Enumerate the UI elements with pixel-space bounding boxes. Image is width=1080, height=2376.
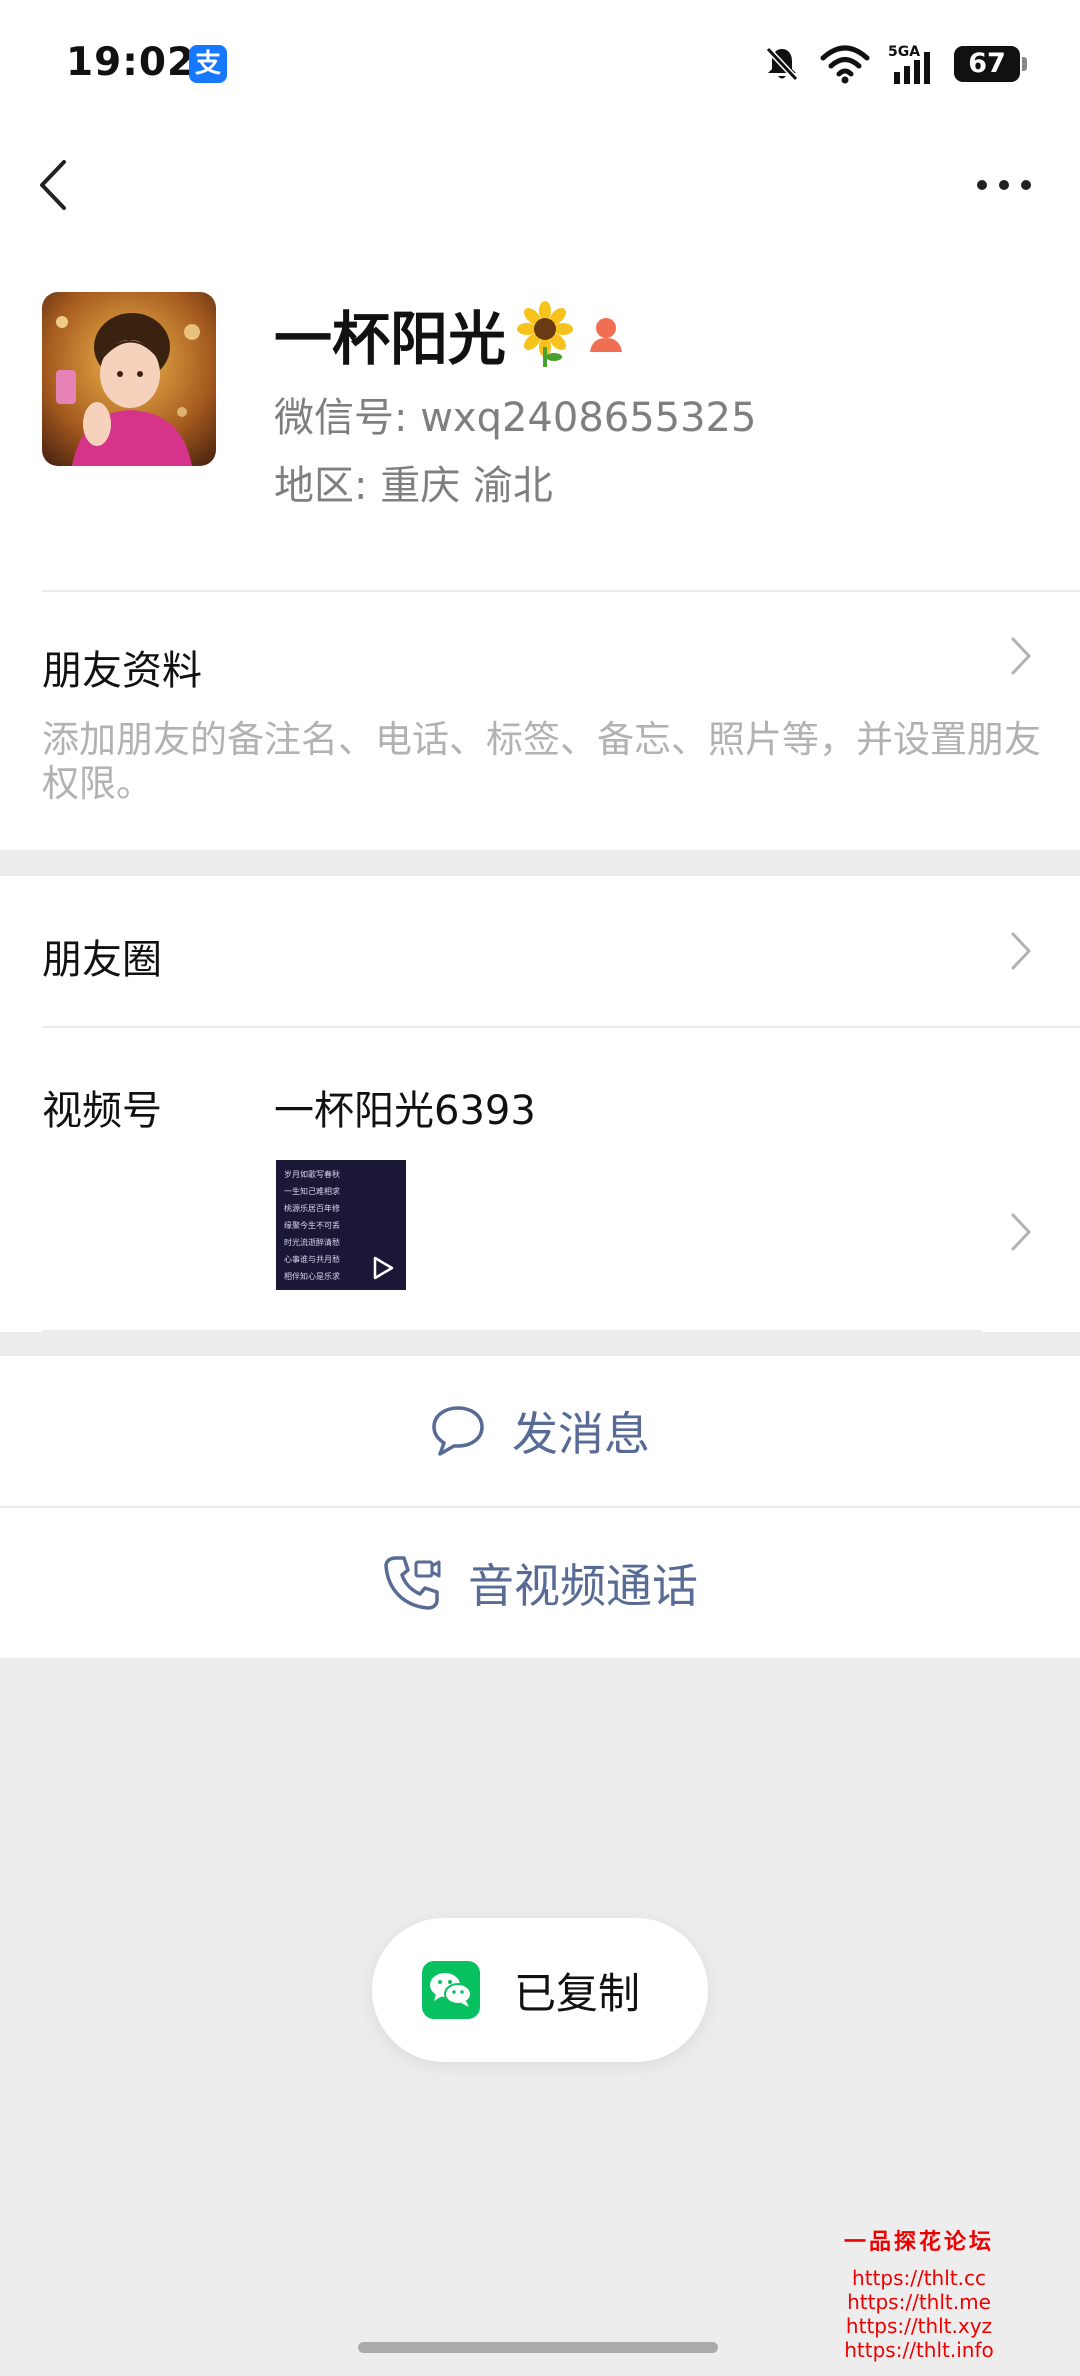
moments-title: 朋友圈 [42, 937, 162, 983]
watermark-link: https://thlt.me [847, 2290, 991, 2314]
channels-thumbnail[interactable]: 岁月如歌写春秋 一生知己难相求 桃源乐居百年修 缘聚今生不可丢 时光流逝醉清愁 … [276, 1160, 406, 1290]
signal-icon: 5GA [888, 44, 930, 84]
send-message-button[interactable]: 发消息 [0, 1356, 1080, 1506]
thumb-line: 时光流逝醉清愁 [284, 1238, 340, 1247]
thumb-line: 桃源乐居百年修 [284, 1204, 340, 1213]
female-icon [590, 318, 623, 352]
battery-icon: 67 [954, 46, 1027, 82]
video-call-label: 音视频通话 [468, 1559, 698, 1613]
avatar[interactable] [42, 292, 216, 466]
video-call-button[interactable]: 音视频通话 [0, 1508, 1080, 1658]
watermark-link: https://thlt.xyz [845, 2314, 993, 2338]
status-time: 19:02 [66, 40, 196, 85]
mute-icon [765, 46, 799, 82]
alipay-icon: 支 [189, 45, 227, 83]
thumb-line: 岁月如歌写春秋 [284, 1170, 340, 1179]
chevron-right-icon [1011, 1213, 1031, 1251]
friend-info-title: 朋友资料 [42, 648, 202, 694]
watermark-title: 一品探花论坛 [843, 2229, 994, 2255]
home-indicator[interactable] [358, 2342, 718, 2353]
status-icons: 5GA 67 [762, 40, 1027, 88]
chat-bubble-icon [432, 1406, 484, 1456]
more-icon[interactable] [976, 170, 1032, 200]
thumb-line: 一生知己难相求 [284, 1187, 340, 1196]
profile-region: 地区: 重庆 渝北 [274, 463, 553, 509]
watermark-link: https://thlt.info [844, 2338, 994, 2362]
play-icon [373, 1256, 394, 1280]
channels-name: 一杯阳光6393 [274, 1088, 536, 1134]
chevron-right-icon [1011, 637, 1031, 675]
profile-name: 一杯阳光 [274, 305, 507, 373]
network-type: 5GA [888, 44, 920, 60]
watermark-link: https://thlt.cc [852, 2266, 986, 2290]
divider [42, 1330, 982, 1332]
profile-name-row: 一杯阳光 [274, 292, 628, 376]
moments-row[interactable]: 朋友圈 [0, 876, 1080, 1026]
wifi-icon [820, 45, 870, 84]
video-call-icon [384, 1556, 441, 1610]
wechat-icon [422, 1961, 480, 2019]
channels-title: 视频号 [42, 1088, 162, 1134]
copied-toast: 已复制 [372, 1918, 708, 2062]
channels-row[interactable]: 视频号 一杯阳光6393 岁月如歌写春秋 一生知己难相求 桃源乐居百年修 缘聚今… [0, 1028, 1080, 1332]
chevron-right-icon [1011, 932, 1031, 970]
sunflower-icon [517, 301, 574, 367]
watermark: 一品探花论坛 https://thlt.cc https://thlt.me h… [824, 2224, 1014, 2362]
send-message-label: 发消息 [512, 1407, 650, 1461]
toast-label: 已复制 [514, 1968, 641, 2018]
wechat-id[interactable]: 微信号: wxq2408655325 [274, 385, 756, 443]
thumb-line: 缘聚今生不可丢 [284, 1221, 340, 1230]
friend-info-description: 添加朋友的备注名、电话、标签、备忘、照片等，并设置朋友权限。 [42, 718, 1041, 805]
friend-info-row[interactable]: 朋友资料 添加朋友的备注名、电话、标签、备忘、照片等，并设置朋友权限。 [0, 592, 1080, 850]
back-icon[interactable] [36, 158, 70, 212]
